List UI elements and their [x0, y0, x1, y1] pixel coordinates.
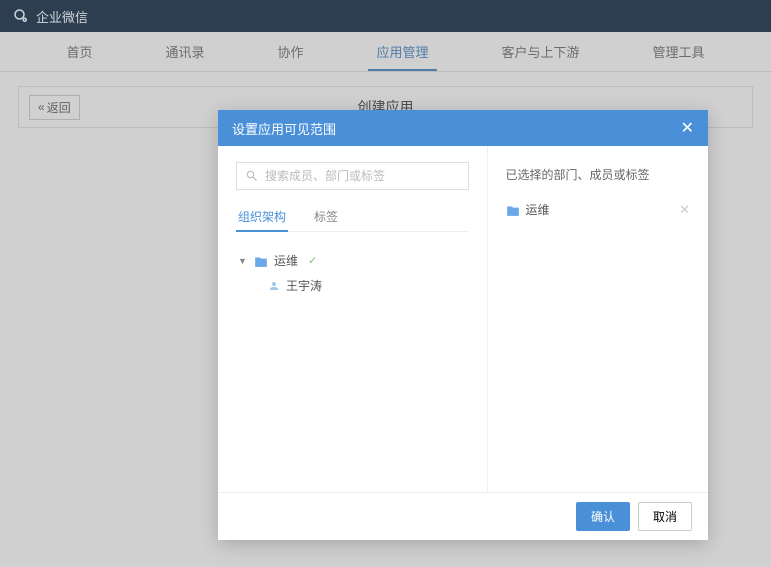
- selected-panel: 已选择的部门、成员或标签 运维 ✕: [488, 146, 709, 492]
- app-header: 企业微信: [0, 0, 771, 32]
- search-icon: [245, 169, 259, 183]
- visibility-scope-modal: 设置应用可见范围 ✕ 组织架构 标签 ▼ 运维 ✓: [218, 110, 708, 540]
- tree-dept-row[interactable]: ▼ 运维 ✓: [236, 248, 469, 273]
- selector-tabs: 组织架构 标签: [236, 202, 469, 232]
- app-logo: 企业微信: [12, 7, 88, 26]
- selector-panel: 组织架构 标签 ▼ 运维 ✓ 王宇涛: [218, 146, 488, 492]
- modal-footer: 确认 取消: [218, 492, 708, 540]
- person-icon: [268, 280, 280, 292]
- confirm-button[interactable]: 确认: [576, 502, 630, 531]
- logo-icon: [12, 7, 30, 25]
- selected-item-content: 运维: [506, 201, 550, 218]
- tree-dept-label: 运维: [274, 252, 298, 269]
- cancel-button[interactable]: 取消: [638, 502, 692, 531]
- remove-icon[interactable]: ✕: [679, 202, 690, 218]
- check-icon: ✓: [308, 254, 317, 267]
- caret-down-icon: ▼: [238, 256, 248, 266]
- org-tree: ▼ 运维 ✓ 王宇涛: [236, 242, 469, 298]
- tree-children: 王宇涛: [236, 273, 469, 298]
- tab-tags[interactable]: 标签: [312, 202, 340, 231]
- modal-title: 设置应用可见范围: [232, 119, 336, 138]
- close-icon[interactable]: ✕: [681, 118, 694, 138]
- selected-item-label: 运维: [526, 201, 550, 218]
- tree-member-row[interactable]: 王宇涛: [266, 273, 469, 298]
- modal-header: 设置应用可见范围 ✕: [218, 110, 708, 146]
- folder-icon: [506, 204, 520, 216]
- app-name: 企业微信: [36, 7, 88, 26]
- selected-item: 运维 ✕: [506, 197, 691, 222]
- selected-title: 已选择的部门、成员或标签: [506, 166, 691, 183]
- search-input[interactable]: [265, 169, 460, 183]
- modal-body: 组织架构 标签 ▼ 运维 ✓ 王宇涛 已选择的部门、成员或标签: [218, 146, 708, 492]
- search-box[interactable]: [236, 162, 469, 190]
- tree-member-label: 王宇涛: [286, 277, 322, 294]
- tab-org-structure[interactable]: 组织架构: [236, 202, 288, 231]
- folder-icon: [254, 255, 268, 267]
